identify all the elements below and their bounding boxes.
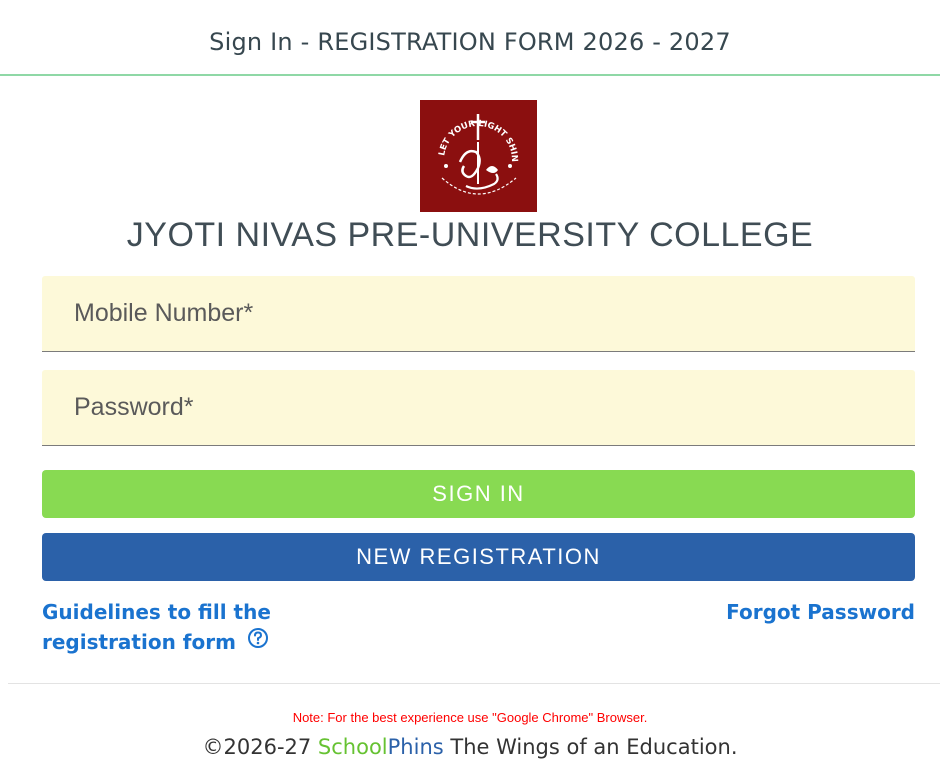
- footer-divider: [8, 683, 940, 684]
- page-title: Sign In - REGISTRATION FORM 2026 - 2027: [209, 28, 731, 56]
- forgot-password-link[interactable]: Forgot Password: [726, 597, 915, 627]
- brand-name-school: School: [317, 735, 388, 759]
- browser-note: Note: For the best experience use "Googl…: [292, 710, 648, 725]
- guidelines-link[interactable]: Guidelines to fill the registration form: [42, 597, 362, 659]
- mobile-number-input[interactable]: [42, 276, 915, 352]
- copyright-prefix: ©2026-27: [202, 735, 318, 759]
- login-page: Sign In - REGISTRATION FORM 2026 - 2027 …: [0, 0, 940, 776]
- college-name: JYOTI NIVAS PRE-UNIVERSITY COLLEGE: [126, 216, 814, 254]
- guidelines-link-line2: registration form: [42, 630, 236, 654]
- new-registration-button[interactable]: NEW REGISTRATION: [42, 533, 915, 581]
- copyright-text: ©2026-27 SchoolPhins The Wings of an Edu…: [0, 735, 940, 759]
- page-header: Sign In - REGISTRATION FORM 2026 - 2027: [0, 0, 940, 76]
- help-circle-icon: [247, 627, 269, 657]
- copyright-suffix: The Wings of an Education.: [443, 735, 738, 759]
- guidelines-link-line1: Guidelines to fill the: [42, 600, 271, 624]
- password-input[interactable]: [42, 370, 915, 446]
- sign-in-button[interactable]: SIGN IN: [42, 470, 915, 518]
- college-crest-logo: LET YOUR LIGHT SHINE: [417, 93, 537, 212]
- brand-name-phins: Phins: [387, 735, 444, 759]
